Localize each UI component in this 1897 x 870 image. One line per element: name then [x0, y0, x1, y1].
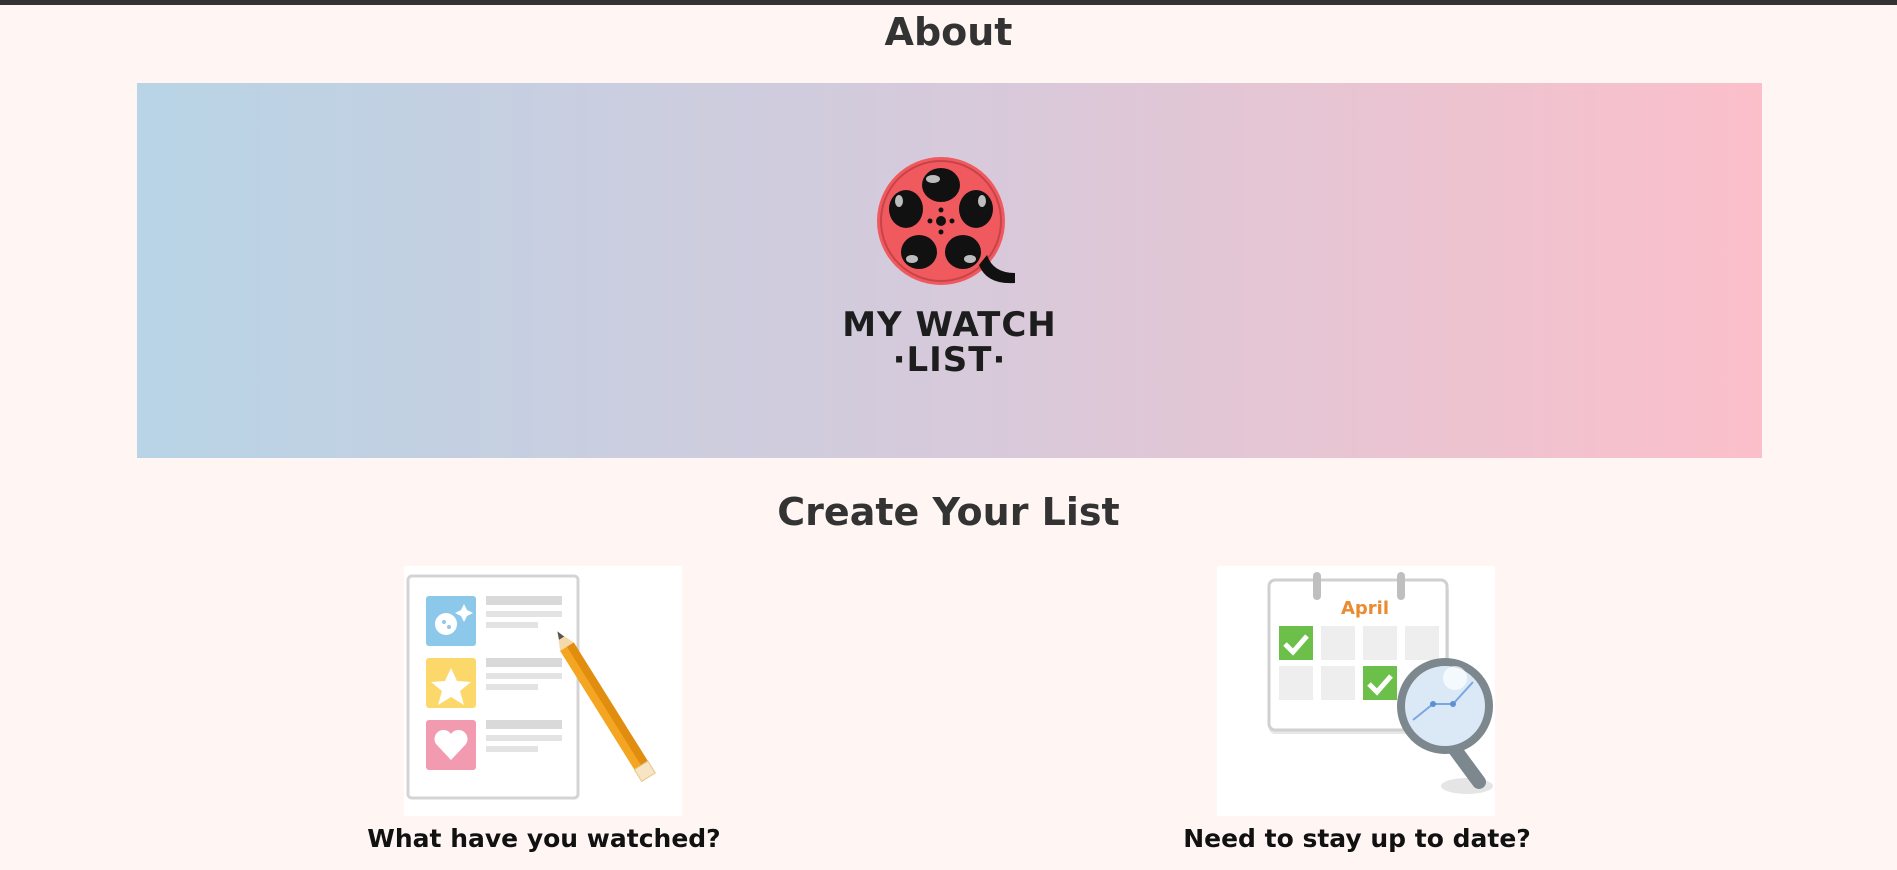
up-to-date-caption: Need to stay up to date? — [1183, 824, 1531, 853]
logo-text-line1: MY WATCH — [842, 305, 1057, 345]
top-border — [0, 0, 1897, 5]
watched-card: What have you watched? — [367, 566, 721, 853]
calendar-magnifier-icon: April — [1217, 566, 1495, 816]
film-reel-icon — [877, 157, 1015, 285]
hero-banner: MY WATCH ·LIST· — [137, 83, 1762, 458]
about-heading: About — [884, 10, 1013, 54]
checklist-pencil-icon — [404, 566, 682, 816]
create-list-heading: Create Your List — [777, 490, 1120, 534]
watched-caption: What have you watched? — [367, 824, 721, 853]
up-to-date-card: April Need to stay up to date? — [1183, 566, 1531, 853]
my-watch-list-logo: MY WATCH ·LIST· — [137, 83, 1762, 458]
calendar-month-label: April — [1341, 598, 1389, 619]
logo-text-line2: ·LIST· — [892, 340, 1007, 380]
